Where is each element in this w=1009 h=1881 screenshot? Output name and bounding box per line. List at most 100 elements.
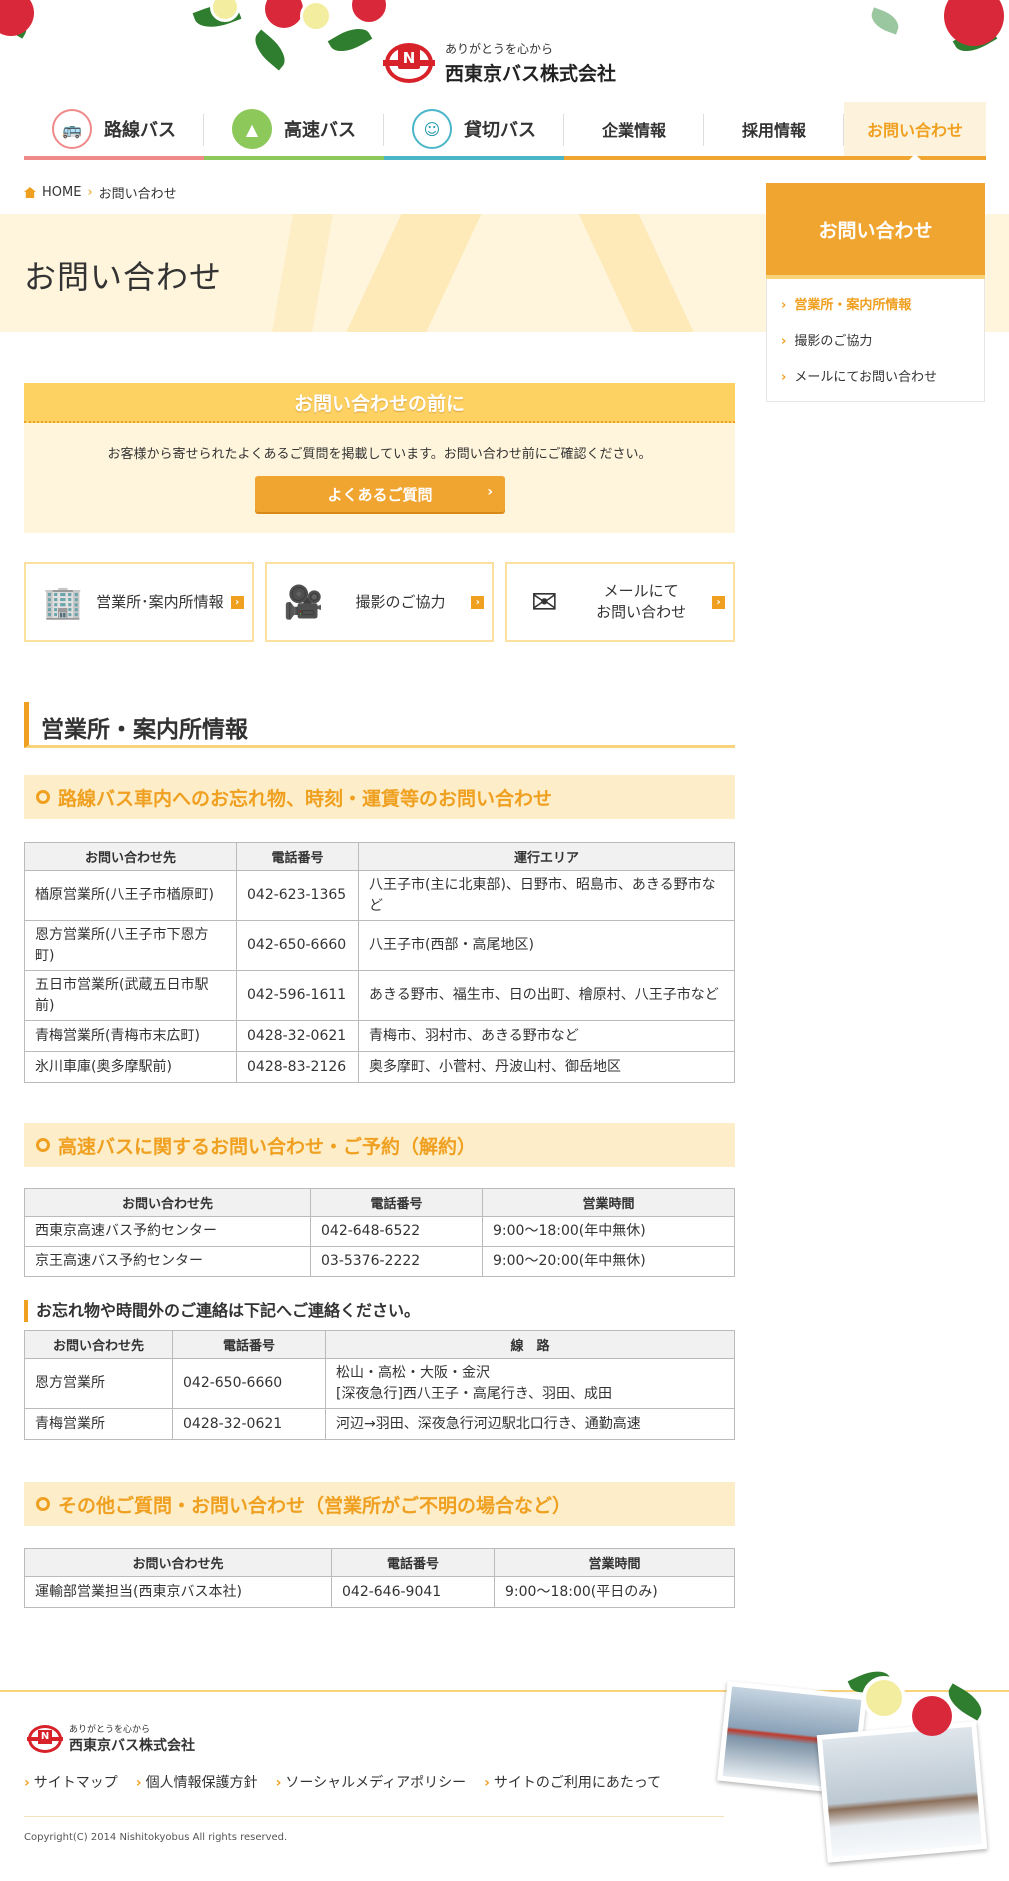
home-icon [24, 187, 36, 198]
table-row: 氷川車庫(奥多摩駅前) 0428-83-2126 奥多摩町、小菅村、丹波山村、御岳地… [24, 1051, 735, 1083]
table-header: 営業時間 [494, 1548, 735, 1577]
card-mail[interactable]: ✉ メールにて お問い合わせ › [505, 562, 736, 642]
side-link-mail[interactable]: メールにてお問い合わせ [767, 357, 984, 393]
guide-icon: ☺ [412, 109, 452, 149]
logo-company-name: 西東京バス株式会社 [445, 63, 617, 85]
chevron-right-icon: › [471, 596, 485, 609]
table-cell: 9:00〜18:00(平日のみ) [494, 1576, 735, 1608]
side-link-filming[interactable]: 撮影のご協力 [767, 321, 984, 357]
table-header: 電話番号 [236, 842, 359, 871]
chevron-right-icon: › [230, 596, 244, 609]
nav-label: 路線バス [104, 120, 176, 141]
faq-button-label: よくあるご質問 [327, 485, 433, 504]
table-cell: あきる野市、福生市、日の出町、檜原村、八王子市など [358, 970, 735, 1021]
table-header: お問い合わせ先 [24, 1188, 311, 1217]
other-inquiries-heading: その他ご質問・お問い合わせ（営業所がご不明の場合など） [24, 1482, 735, 1526]
envelope-icon: ✉ [530, 583, 558, 621]
table-cell: 0428-32-0621 [236, 1020, 359, 1052]
footer-link-sitemap[interactable]: サイトマップ [24, 1772, 118, 1792]
circle-bullet-icon [36, 1138, 50, 1152]
table-cell: 03-5376-2222 [310, 1246, 483, 1277]
table-cell: 042-596-1611 [236, 970, 359, 1021]
bus-icon: 🚌 [52, 109, 92, 149]
nav-item-charter-bus[interactable]: ☺ 貸切バス [384, 102, 564, 160]
route-bus-table: お問い合わせ先 電話番号 運行エリア 楢原営業所(八王子市楢原町) 042-623… [24, 842, 735, 1083]
highway-bus-heading: 高速バスに関するお問い合わせ・ご予約（解約） [24, 1123, 735, 1167]
nav-item-contact[interactable]: お問い合わせ [844, 102, 986, 160]
nav-label: 企業情報 [601, 121, 666, 140]
table-cell: 八王子市(主に北東部)、日野市、昭島市、あきる野市など [358, 870, 735, 921]
highway-bus-heading-text: 高速バスに関するお問い合わせ・ご予約（解約） [58, 1135, 477, 1158]
table-header: 電話番号 [172, 1330, 326, 1359]
table-cell: 西東京高速バス予約センター [24, 1216, 311, 1247]
copyright: Copyright(C) 2014 Nishitokyobus All righ… [24, 1832, 288, 1843]
table-cell: 運輸部営業担当(西東京バス本社) [24, 1576, 332, 1608]
breadcrumb-home-link[interactable]: HOME [42, 185, 81, 200]
faq-button[interactable]: よくあるご質問 › [255, 476, 505, 512]
table-row: 京王高速バス予約センター 03-5376-2222 9:00〜20:00(年中無休) [24, 1246, 735, 1277]
table-row: 楢原営業所(八王子市楢原町) 042-623-1365 八王子市(主に北東部)、日野… [24, 870, 735, 921]
table-cell: 楢原営業所(八王子市楢原町) [24, 870, 237, 921]
lost-items-table: お問い合わせ先 電話番号 線 路 恩方営業所 042-650-6660 松山・高松・… [24, 1330, 735, 1440]
chevron-right-icon: › [712, 596, 726, 609]
table-cell: 042-646-9041 [331, 1576, 495, 1608]
table-cell: 京王高速バス予約センター [24, 1246, 311, 1277]
contact-cards: 🏢 営業所･案内所情報 › 🎥 撮影のご協力 › ✉ メールにて お問い合わせ … [24, 562, 736, 642]
table-cell: 9:00〜20:00(年中無休) [482, 1246, 735, 1277]
nav-label: 高速バス [284, 120, 356, 141]
table-cell: 恩方営業所(八王子市下恩方町) [24, 920, 237, 971]
table-row: 西東京高速バス予約センター 042-648-6522 9:00〜18:00(年中無休… [24, 1216, 735, 1247]
nav-item-route-bus[interactable]: 🚌 路線バス [24, 102, 204, 160]
chevron-right-icon: › [87, 185, 93, 200]
global-nav: 🚌 路線バス ▲ 高速バス ☺ 貸切バス 企業情報 採用情報 お問い合わせ [24, 102, 986, 160]
nav-item-highway-bus[interactable]: ▲ 高速バス [204, 102, 384, 160]
side-nav: お問い合わせ 営業所・案内所情報 撮影のご協力 メールにてお問い合わせ [766, 183, 985, 402]
snow-bus-photo [816, 1721, 988, 1863]
site-logo[interactable]: N ありがとうを心から 西東京バス株式会社 [383, 40, 616, 86]
side-link-offices[interactable]: 営業所・案内所情報 [767, 285, 984, 321]
table-cell: 042-623-1365 [236, 870, 359, 921]
table-cell: 042-650-6660 [172, 1358, 326, 1409]
table-cell: 奥多摩町、小菅村、丹波山村、御岳地区 [358, 1051, 735, 1083]
footer-links: サイトマップ 個人情報保護方針 ソーシャルメディアポリシー サイトのご利用にあた… [24, 1772, 661, 1792]
table-cell: 松山・高松・大阪・金沢 [深夜急行]西八王子・高尾行き、羽田、成田 [325, 1358, 735, 1409]
card-offices[interactable]: 🏢 営業所･案内所情報 › [24, 562, 254, 642]
table-row: 五日市営業所(武蔵五日市駅前) 042-596-1611 あきる野市、福生市、日の出… [24, 970, 735, 1021]
breadcrumb-current: お問い合わせ [98, 187, 177, 202]
table-cell: 9:00〜18:00(年中無休) [482, 1216, 735, 1247]
logo-tagline: ありがとうを心から [445, 42, 554, 56]
breadcrumb: HOME › お問い合わせ [24, 183, 177, 202]
table-header: お問い合わせ先 [24, 1548, 332, 1577]
footer-logo[interactable]: N ありがとうを心から 西東京バス株式会社 [27, 1722, 195, 1755]
page-title: お問い合わせ [24, 258, 223, 296]
footer-separator [24, 1816, 724, 1817]
nav-label: 採用情報 [741, 121, 806, 140]
nav-item-company[interactable]: 企業情報 [564, 102, 704, 160]
nav-item-recruit[interactable]: 採用情報 [704, 102, 844, 160]
table-cell: 042-650-6660 [236, 920, 359, 971]
table-cell: 恩方営業所 [24, 1358, 173, 1409]
card-label: 撮影のご協力 [355, 592, 446, 611]
table-cell: 青梅営業所(青梅市末広町) [24, 1020, 237, 1052]
footer-link-privacy[interactable]: 個人情報保護方針 [136, 1772, 258, 1792]
table-row: 恩方営業所 042-650-6660 松山・高松・大阪・金沢 [深夜急行]西八王子・… [24, 1358, 735, 1409]
route-bus-heading: 路線バス車内へのお忘れ物、時刻・運賃等のお問い合わせ [24, 775, 735, 819]
circle-bullet-icon [36, 1497, 50, 1511]
other-inquiries-heading-text: その他ご質問・お問い合わせ（営業所がご不明の場合など） [58, 1494, 572, 1517]
table-cell: 氷川車庫(奥多摩駅前) [24, 1051, 237, 1083]
side-nav-title: お問い合わせ [766, 183, 985, 279]
table-cell: 河辺→羽田、深夜急行河辺駅北口行き、通勤高速 [325, 1408, 735, 1440]
table-row: 恩方営業所(八王子市下恩方町) 042-650-6660 八王子市(西部・高尾地区) [24, 920, 735, 971]
highway-icon: ▲ [232, 109, 272, 149]
table-header: 営業時間 [482, 1188, 735, 1217]
footer-link-terms[interactable]: サイトのご利用にあたって [484, 1772, 661, 1792]
card-filming[interactable]: 🎥 撮影のご協力 › [264, 562, 495, 642]
footer-company-name: 西東京バス株式会社 [69, 1738, 195, 1754]
table-cell: 0428-83-2126 [236, 1051, 359, 1083]
footer-link-social-policy[interactable]: ソーシャルメディアポリシー [276, 1772, 466, 1792]
table-row: 青梅営業所(青梅市末広町) 0428-32-0621 青梅市、羽村市、あきる野市など [24, 1020, 735, 1052]
card-label: メールにて お問い合わせ [596, 582, 687, 621]
building-icon: 🏢 [43, 583, 83, 621]
table-cell: 青梅市、羽村市、あきる野市など [358, 1020, 735, 1052]
chevron-right-icon: › [487, 484, 493, 500]
